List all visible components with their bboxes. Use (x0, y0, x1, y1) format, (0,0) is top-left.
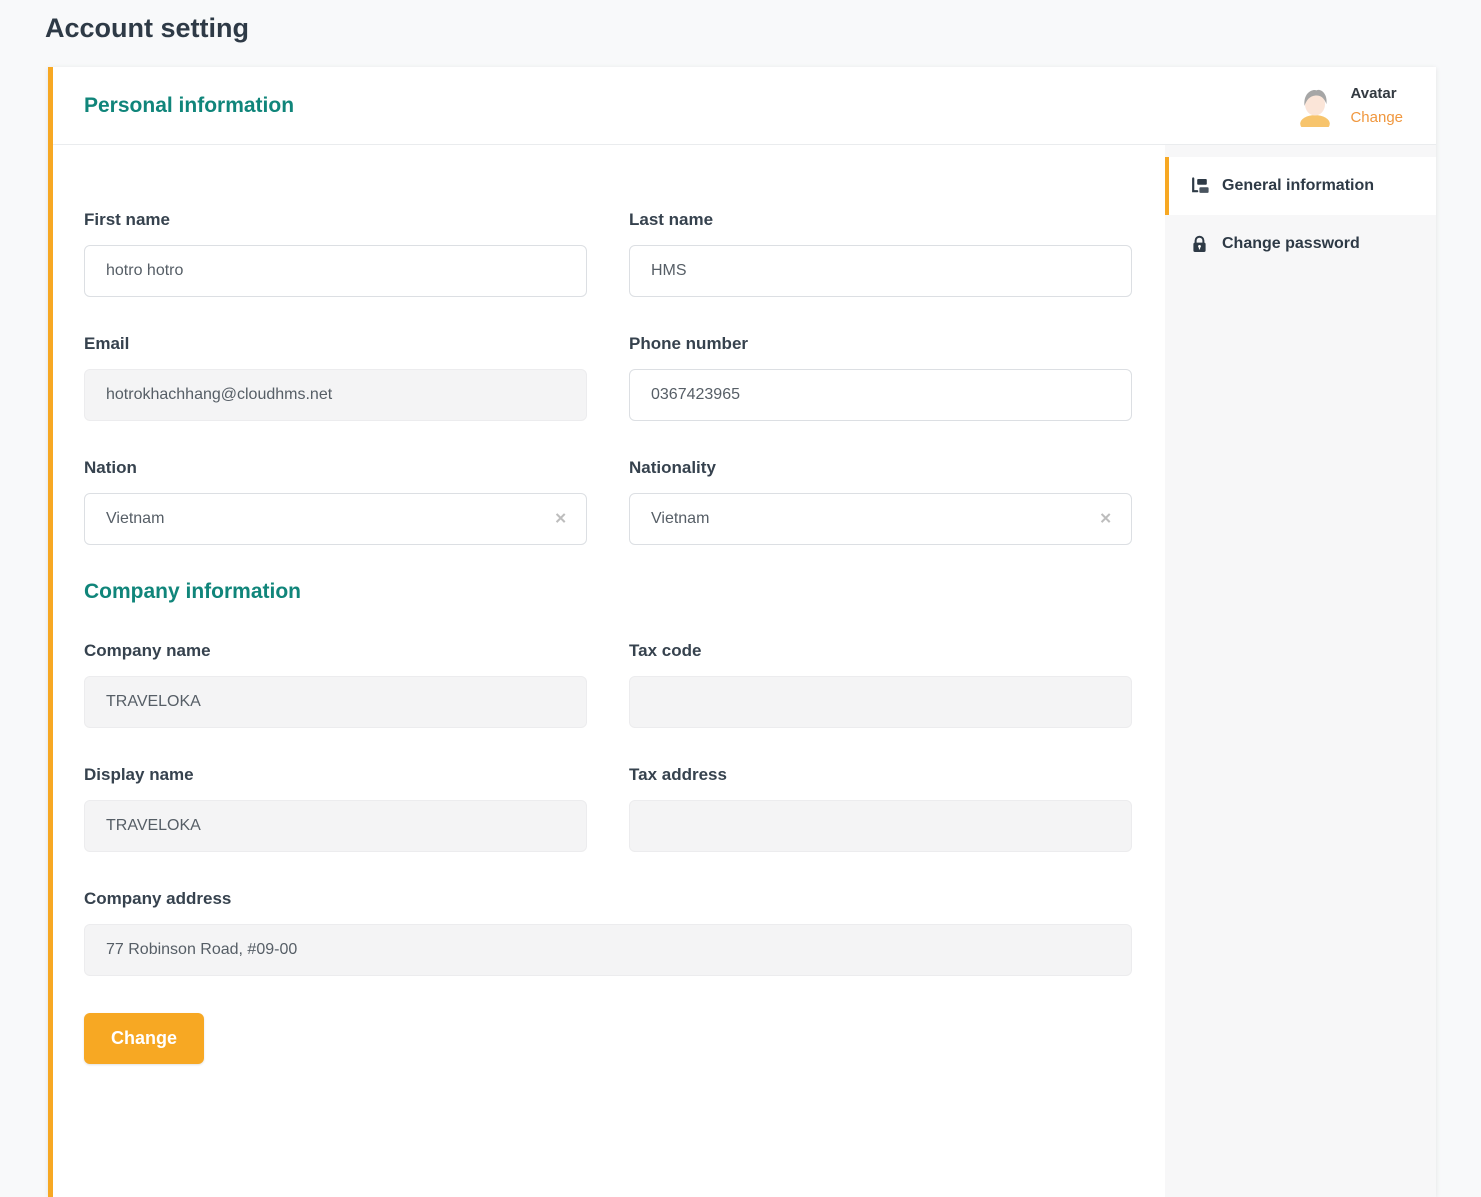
field-first-name: First name (84, 210, 587, 297)
settings-sidebar: General information Change password (1165, 145, 1436, 1197)
phone-number-input[interactable] (629, 369, 1132, 421)
display-name-field (84, 800, 587, 852)
email-label: Email (84, 334, 587, 354)
last-name-label: Last name (629, 210, 1132, 230)
tax-code-label: Tax code (629, 641, 1132, 661)
nation-label: Nation (84, 458, 587, 478)
field-display-name: Display name (84, 765, 587, 852)
sidebar-item-label: General information (1222, 177, 1374, 195)
tax-code-field (629, 676, 1132, 728)
field-phone-number: Phone number (629, 334, 1132, 421)
field-nationality: Nationality ✕ (629, 458, 1132, 545)
last-name-input[interactable] (629, 245, 1132, 297)
page-title: Account setting (0, 0, 1481, 67)
field-email: Email (84, 334, 587, 421)
avatar-block: Avatar Change (1294, 82, 1403, 130)
field-tax-address: Tax address (629, 765, 1132, 852)
field-tax-code: Tax code (629, 641, 1132, 728)
personal-information-heading: Personal information (84, 94, 294, 118)
field-company-address: Company address (84, 889, 1132, 976)
first-name-label: First name (84, 210, 587, 230)
list-tree-icon (1190, 177, 1209, 195)
display-name-label: Display name (84, 765, 587, 785)
sidebar-item-label: Change password (1222, 235, 1360, 253)
company-address-field (84, 924, 1132, 976)
avatar-change-link[interactable]: Change (1350, 106, 1403, 130)
account-settings-card: Personal information Avatar Change First… (48, 67, 1436, 1197)
email-field (84, 369, 587, 421)
field-company-name: Company name (84, 641, 587, 728)
clear-icon[interactable]: ✕ (554, 512, 567, 527)
field-last-name: Last name (629, 210, 1132, 297)
change-button[interactable]: Change (84, 1013, 204, 1064)
field-nation: Nation ✕ (84, 458, 587, 545)
phone-number-label: Phone number (629, 334, 1132, 354)
first-name-input[interactable] (84, 245, 587, 297)
form-area: First name Last name Email (53, 145, 1165, 1197)
sidebar-item-change-password[interactable]: Change password (1165, 215, 1436, 273)
nationality-input[interactable] (629, 493, 1132, 545)
avatar-image (1294, 85, 1336, 127)
avatar-label: Avatar (1350, 85, 1396, 102)
card-header: Personal information Avatar Change (53, 67, 1436, 145)
person-avatar-icon (1294, 85, 1336, 127)
sidebar-item-general-information[interactable]: General information (1165, 157, 1436, 215)
tax-address-label: Tax address (629, 765, 1132, 785)
nationality-label: Nationality (629, 458, 1132, 478)
tax-address-field (629, 800, 1132, 852)
company-name-label: Company name (84, 641, 587, 661)
nation-input[interactable] (84, 493, 587, 545)
company-name-field (84, 676, 587, 728)
company-information-heading: Company information (84, 580, 1132, 604)
lock-icon (1190, 235, 1209, 253)
company-address-label: Company address (84, 889, 1132, 909)
clear-icon[interactable]: ✕ (1099, 512, 1112, 527)
